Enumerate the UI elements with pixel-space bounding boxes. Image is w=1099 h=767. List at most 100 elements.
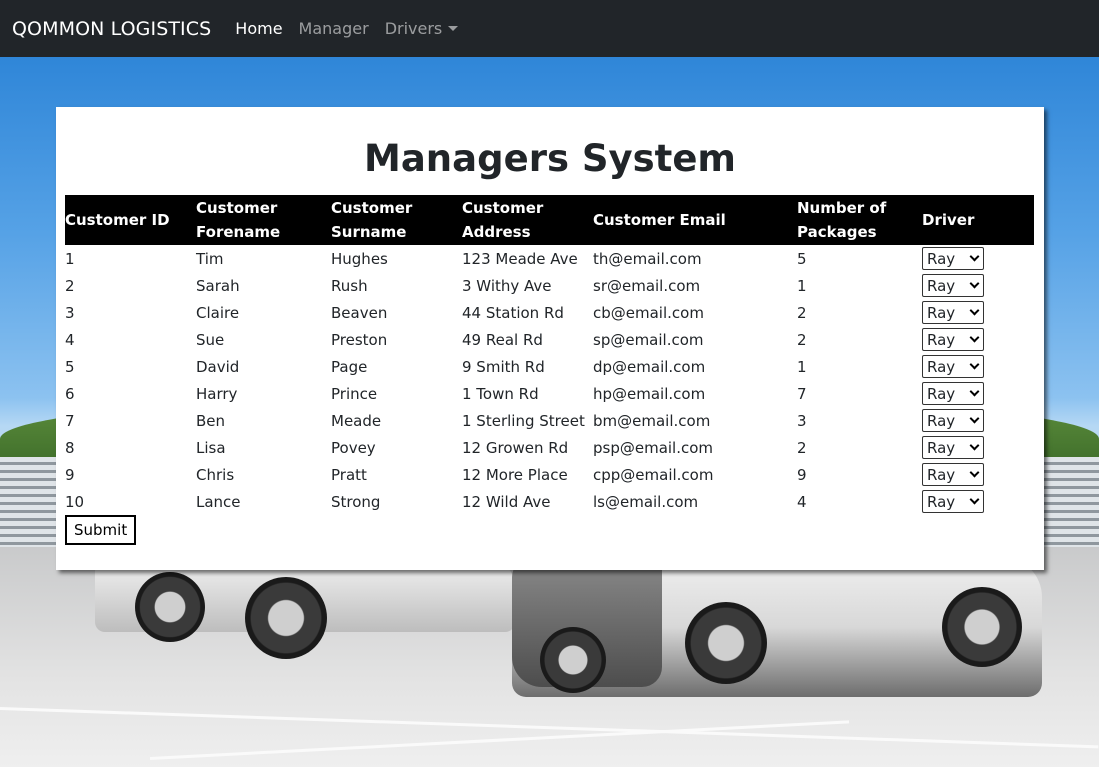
cell-address: 9 Smith Rd [462, 357, 545, 376]
cell-driver: Ray [922, 272, 1034, 299]
driver-select-value: Ray [927, 303, 956, 322]
cell-address: 12 Growen Rd [462, 438, 569, 457]
cell-surname: Beaven [331, 303, 388, 322]
nav-manager[interactable]: Manager [299, 19, 369, 38]
table-row: 1 Tim Hughes 123 Meade Ave th@email.com 5 Ray [65, 245, 1034, 272]
driver-select[interactable]: Ray [922, 274, 984, 297]
header-customer-forename: Customer Forename [196, 199, 281, 241]
van-wheel [540, 627, 606, 693]
cell-customer-id: 5 [65, 357, 75, 376]
table-row: 2 Sarah Rush 3 Withy Ave sr@email.com 1 Ray [65, 272, 1034, 299]
chevron-down-icon [969, 278, 980, 288]
cell-customer-id: 9 [65, 465, 75, 484]
driver-select[interactable]: Ray [922, 409, 984, 432]
driver-select[interactable]: Ray [922, 436, 984, 459]
van-wheel [942, 587, 1022, 667]
driver-select[interactable]: Ray [922, 490, 984, 513]
submit-button[interactable]: Submit [65, 515, 137, 545]
cell-email: bm@email.com [593, 411, 711, 430]
cell-forename: Sue [196, 330, 225, 349]
driver-select-value: Ray [927, 249, 956, 268]
van-wheel [685, 602, 767, 684]
brand-logo[interactable]: QOMMON LOGISTICS [12, 18, 211, 40]
driver-select[interactable]: Ray [922, 382, 984, 405]
cell-driver: Ray [922, 434, 1034, 461]
cell-customer-id: 10 [65, 492, 85, 511]
cell-driver: Ray [922, 380, 1034, 407]
customers-table: Customer ID Customer Forename Customer S… [65, 195, 1034, 515]
cell-packages: 5 [797, 249, 807, 268]
nav-drivers-dropdown[interactable]: Drivers [385, 19, 459, 38]
cell-address: 1 Sterling Street [462, 411, 585, 430]
cell-email: hp@email.com [593, 384, 706, 403]
cell-email: ls@email.com [593, 492, 699, 511]
cell-forename: Lisa [196, 438, 226, 457]
table-row: 5 David Page 9 Smith Rd dp@email.com 1 Ray [65, 353, 1034, 380]
cell-packages: 4 [797, 492, 807, 511]
cell-forename: Ben [196, 411, 226, 430]
cell-customer-id: 1 [65, 249, 75, 268]
cell-forename: Tim [196, 249, 224, 268]
driver-select[interactable]: Ray [922, 301, 984, 324]
driver-select-value: Ray [927, 411, 956, 430]
table-body: 1 Tim Hughes 123 Meade Ave th@email.com 5 Ray 2… [65, 245, 1034, 515]
cell-address: 1 Town Rd [462, 384, 539, 403]
driver-select[interactable]: Ray [922, 328, 984, 351]
cell-email: sp@email.com [593, 330, 704, 349]
cell-surname: Preston [331, 330, 388, 349]
driver-select[interactable]: Ray [922, 463, 984, 486]
cell-customer-id: 7 [65, 411, 75, 430]
cell-driver: Ray [922, 461, 1034, 488]
cell-surname: Meade [331, 411, 382, 430]
cell-address: 44 Station Rd [462, 303, 564, 322]
table-row: 8 Lisa Povey 12 Growen Rd psp@email.com 2 Ray [65, 434, 1034, 461]
cell-packages: 2 [797, 330, 807, 349]
cell-surname: Strong [331, 492, 381, 511]
driver-select[interactable]: Ray [922, 355, 984, 378]
cell-driver: Ray [922, 326, 1034, 353]
nav-drivers-label: Drivers [384, 19, 443, 38]
chevron-down-icon [969, 386, 980, 396]
cell-forename: Chris [196, 465, 235, 484]
cell-customer-id: 8 [65, 438, 75, 457]
cell-customer-id: 6 [65, 384, 75, 403]
cell-forename: David [196, 357, 240, 376]
chevron-down-icon [969, 440, 980, 450]
cell-address: 3 Withy Ave [462, 276, 552, 295]
header-customer-id: Customer ID [65, 211, 170, 229]
cell-driver: Ray [922, 407, 1034, 434]
cell-surname: Povey [331, 438, 376, 457]
cell-email: psp@email.com [593, 438, 714, 457]
driver-select[interactable]: Ray [922, 247, 984, 270]
cell-email: cb@email.com [593, 303, 704, 322]
nav-home[interactable]: Home [235, 19, 282, 38]
driver-select-value: Ray [927, 465, 956, 484]
driver-select-value: Ray [927, 357, 956, 376]
cell-driver: Ray [922, 245, 1034, 272]
cell-email: cpp@email.com [593, 465, 714, 484]
chevron-down-icon [969, 332, 980, 342]
table-row: 4 Sue Preston 49 Real Rd sp@email.com 2 Ray [65, 326, 1034, 353]
cell-surname: Rush [331, 276, 368, 295]
cell-address: 12 More Place [462, 465, 568, 484]
header-driver: Driver [922, 211, 975, 229]
cell-surname: Page [331, 357, 368, 376]
cell-driver: Ray [922, 488, 1034, 515]
cell-driver: Ray [922, 353, 1034, 380]
cell-packages: 3 [797, 411, 807, 430]
cell-packages: 2 [797, 438, 807, 457]
cell-customer-id: 2 [65, 276, 75, 295]
cell-email: th@email.com [593, 249, 702, 268]
driver-select-value: Ray [927, 492, 956, 511]
van-wheel [245, 577, 327, 659]
cell-address: 123 Meade Ave [462, 249, 578, 268]
van-wheel [135, 572, 205, 642]
cell-forename: Harry [196, 384, 238, 403]
cell-forename: Sarah [196, 276, 240, 295]
cell-surname: Pratt [331, 465, 367, 484]
chevron-down-icon [969, 494, 980, 504]
header-number-of-packages: Number of Packages [797, 199, 887, 241]
cell-forename: Lance [196, 492, 241, 511]
cell-packages: 7 [797, 384, 807, 403]
chevron-down-icon [969, 467, 980, 477]
